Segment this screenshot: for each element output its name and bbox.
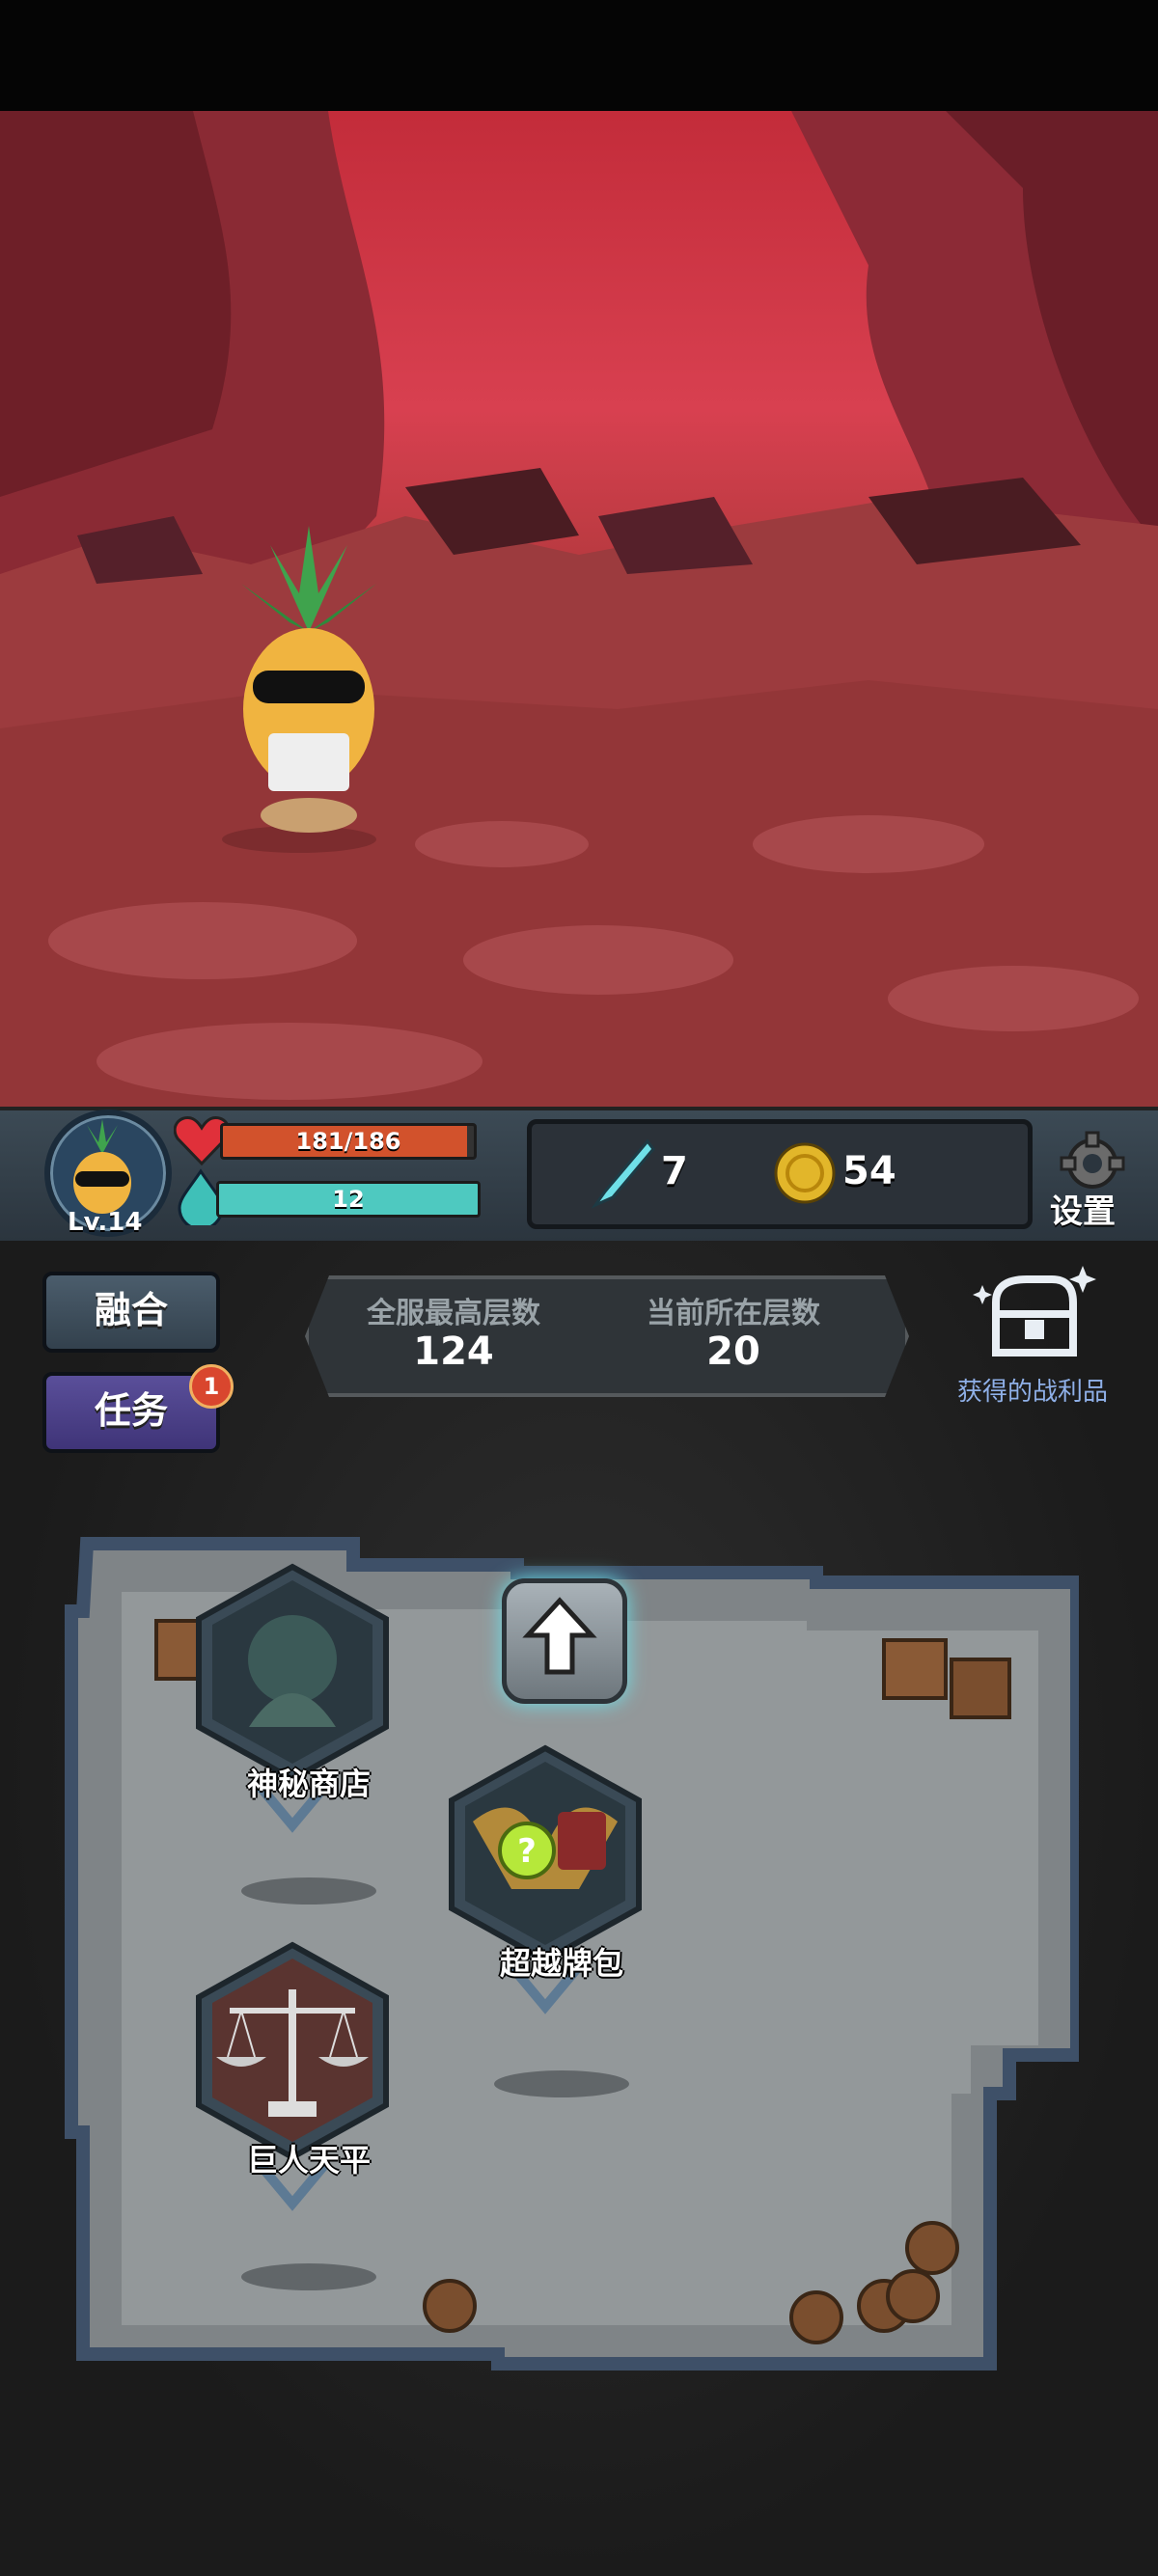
card-pack-label: 超越牌包 (500, 1945, 624, 1982)
server-max-floor-value: 124 (413, 1329, 494, 1374)
gem-count: 7 (661, 1149, 688, 1193)
giant-balance-node[interactable]: 巨人天平 (181, 1941, 403, 2211)
arrow-up-icon (522, 1597, 597, 1675)
pineapple-avatar-icon (73, 1119, 131, 1214)
hp-bar: 181/186 (220, 1123, 477, 1160)
status-bar (0, 0, 1158, 111)
tasks-badge: 1 (189, 1364, 234, 1409)
mana-text: 12 (332, 1186, 365, 1213)
cave-background (0, 111, 1158, 1107)
gold-coin-icon (774, 1142, 836, 1204)
resource-panel: 7 54 (527, 1119, 1033, 1229)
current-floor-value: 20 (706, 1329, 760, 1374)
loot-button[interactable]: 获得的战利品 (946, 1260, 1119, 1414)
current-floor-label: 当前所在层数 (647, 1297, 820, 1330)
treasure-chest-icon (973, 1266, 1096, 1357)
server-max-floor-label: 全服最高层数 (367, 1297, 540, 1330)
hp-text: 181/186 (295, 1128, 401, 1155)
card-pack-node[interactable]: ? 超越牌包 (434, 1744, 656, 2014)
shop-label: 神秘商店 (247, 1766, 372, 1802)
coin-count: 54 (842, 1149, 896, 1193)
loot-label: 获得的战利品 (956, 1378, 1108, 1407)
settings-button[interactable]: 设置 (1044, 1131, 1141, 1231)
up-stairs-button[interactable] (502, 1578, 627, 1704)
mana-bar: 12 (216, 1181, 481, 1218)
settings-label: 设置 (1050, 1192, 1116, 1231)
mystery-shop-node[interactable]: 神秘商店 (181, 1563, 403, 1833)
battle-scene (0, 111, 1158, 1107)
crystal-icon (591, 1138, 655, 1209)
fusion-button[interactable]: 融合 (42, 1272, 220, 1353)
player-level: Lv.14 (68, 1208, 143, 1237)
svg-text:?: ? (517, 1832, 537, 1871)
balance-label: 巨人天平 (247, 2142, 372, 2179)
pineapple-hero[interactable] (203, 526, 415, 854)
